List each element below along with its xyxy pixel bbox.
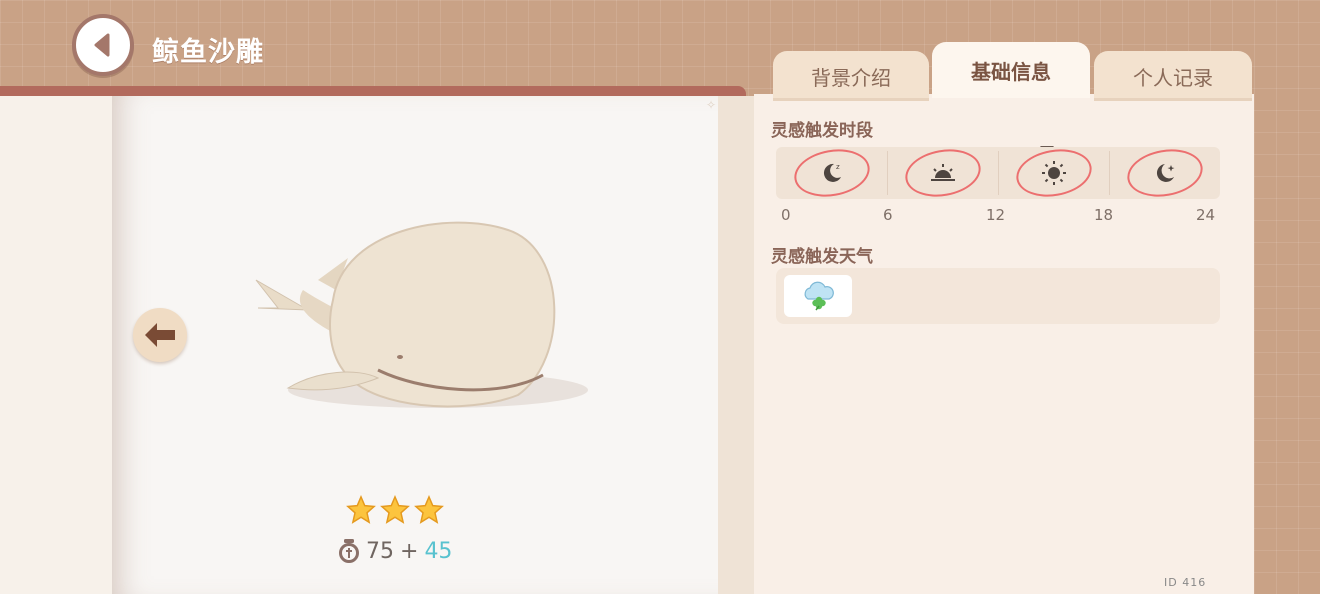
time-tick: 6 bbox=[883, 206, 893, 224]
inspiration-weather-title: 灵感触发天气 bbox=[771, 247, 873, 267]
book-left-page bbox=[0, 96, 112, 594]
time-segment-day bbox=[998, 143, 1109, 203]
money-bag-icon bbox=[339, 539, 359, 563]
book-spine bbox=[718, 96, 754, 594]
time-segment-evening bbox=[1109, 143, 1220, 203]
price-bonus: 45 bbox=[424, 538, 453, 564]
page-corner-ornament: ✧ bbox=[706, 98, 717, 112]
tab-label: 基础信息 bbox=[971, 59, 1051, 84]
sell-price: 75 + 45 bbox=[338, 538, 452, 564]
rarity-stars bbox=[346, 495, 444, 525]
price-plus: + bbox=[400, 538, 419, 564]
inspiration-time-title: 灵感触发时段 bbox=[771, 121, 873, 141]
tab-basic-info[interactable]: 基础信息 bbox=[932, 42, 1090, 98]
time-segment-morning bbox=[887, 143, 998, 203]
back-button[interactable] bbox=[72, 14, 134, 76]
selected-ring bbox=[1123, 143, 1206, 203]
star-icon bbox=[380, 495, 410, 524]
tab-label: 个人记录 bbox=[1133, 65, 1213, 90]
selected-ring bbox=[1012, 143, 1095, 203]
watermark: ID 416 bbox=[1164, 576, 1207, 589]
star-icon bbox=[346, 495, 376, 524]
time-tick: 0 bbox=[781, 206, 791, 224]
tab-label: 背景介绍 bbox=[811, 65, 891, 90]
selected-ring bbox=[790, 143, 873, 203]
time-segment-night: z bbox=[776, 143, 887, 203]
back-arrow-icon bbox=[94, 33, 110, 57]
weather-item[interactable] bbox=[784, 275, 852, 317]
page-title: 鲸鱼沙雕 bbox=[152, 37, 264, 68]
price-base: 75 bbox=[366, 538, 394, 564]
whale-sand-sculpture-image bbox=[255, 221, 588, 408]
tab-background[interactable]: 背景介绍 bbox=[773, 51, 929, 101]
selected-ring bbox=[901, 143, 984, 203]
time-tick: 12 bbox=[986, 206, 1006, 224]
time-tick: 24 bbox=[1196, 206, 1216, 224]
time-tick: 18 bbox=[1094, 206, 1114, 224]
previous-item-button[interactable] bbox=[133, 308, 187, 362]
star-icon bbox=[414, 495, 444, 524]
cloud-clover-icon bbox=[804, 281, 834, 311]
inspiration-time-bar: z bbox=[776, 143, 1220, 203]
arrow-left-icon bbox=[145, 323, 175, 347]
tab-personal-record[interactable]: 个人记录 bbox=[1094, 51, 1252, 101]
